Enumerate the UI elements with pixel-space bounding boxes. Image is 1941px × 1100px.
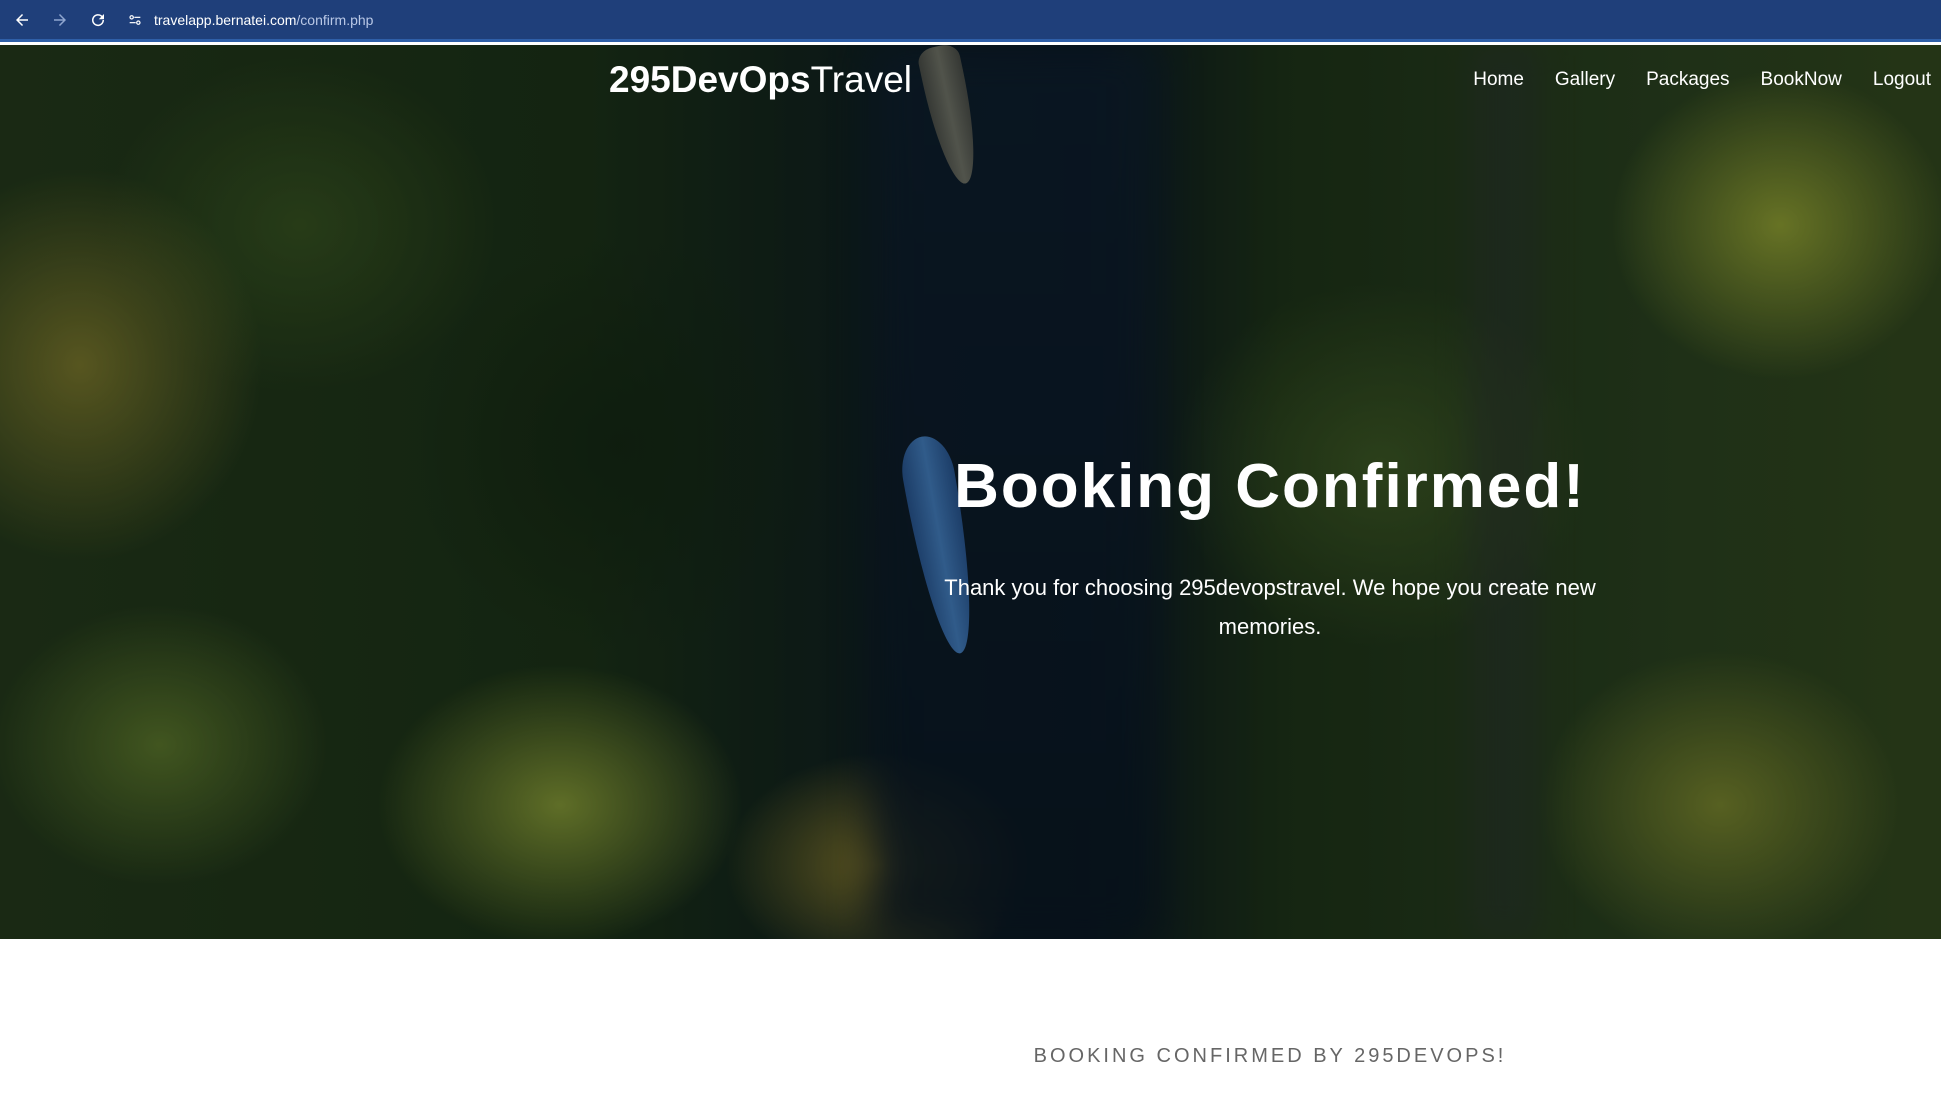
nav-packages[interactable]: Packages [1646, 69, 1729, 91]
confirmation-caption: BOOKING CONFIRMED BY 295DEVOPS! [1033, 1045, 1507, 1067]
site-info-icon[interactable] [124, 9, 146, 31]
url-path: /confirm.php [296, 11, 374, 28]
confirmation-section: BOOKING CONFIRMED BY 295DEVOPS! [0, 939, 1941, 1100]
back-arrow-icon [16, 13, 28, 26]
browser-toolbar: travelapp.bernatei.com/confirm.php [0, 0, 1941, 42]
main-nav: Home Gallery Packages BookNow Logout [1473, 69, 1931, 91]
address-bar[interactable]: travelapp.bernatei.com/confirm.php [124, 5, 373, 35]
hero-content: Booking Confirmed! Thank you for choosin… [910, 452, 1630, 646]
back-button[interactable] [4, 2, 40, 38]
hero-title: Booking Confirmed! [954, 452, 1586, 521]
forward-button[interactable] [42, 2, 78, 38]
site-header: 295DevOpsTravel Home Gallery Packages Bo… [0, 45, 1941, 125]
nav-logout[interactable]: Logout [1873, 69, 1931, 91]
forward-arrow-icon [54, 13, 66, 26]
nav-gallery[interactable]: Gallery [1555, 69, 1615, 91]
hero-subtitle: Thank you for choosing 295devopstravel. … [944, 575, 1596, 639]
brand-name-bold: 295DevOps [609, 59, 811, 100]
brand-logo[interactable]: 295DevOpsTravel [609, 59, 912, 101]
reload-button[interactable] [80, 2, 116, 38]
nav-booknow[interactable]: BookNow [1761, 69, 1842, 91]
hero-section: 295DevOpsTravel Home Gallery Packages Bo… [0, 45, 1941, 939]
url-host: travelapp.bernatei.com [154, 11, 297, 28]
reload-icon [92, 13, 105, 26]
nav-home[interactable]: Home [1473, 69, 1524, 91]
brand-name-light: Travel [810, 59, 913, 100]
